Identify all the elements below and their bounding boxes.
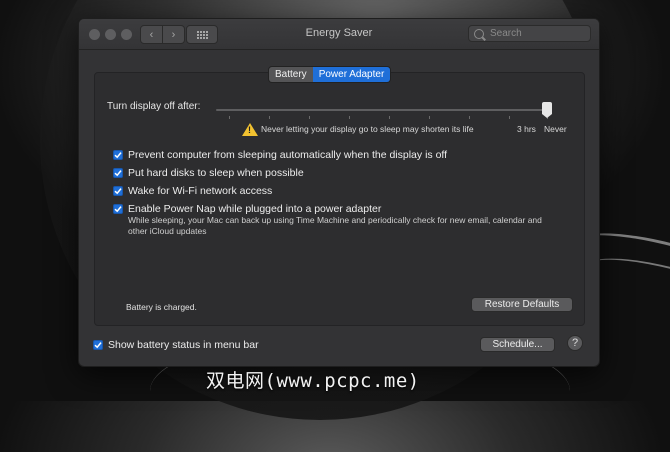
slider-label-3hrs: 3 hrs [517, 124, 536, 134]
checkbox-checked-icon[interactable] [93, 340, 103, 350]
search-icon [474, 28, 484, 39]
help-button[interactable]: ? [567, 335, 583, 351]
option-show-battery-status[interactable]: Show battery status in menu bar [93, 339, 259, 351]
slider-tick [349, 116, 350, 119]
slider-tick [469, 116, 470, 119]
slider-tick [309, 116, 310, 119]
tab-power-adapter[interactable]: Power Adapter [312, 67, 391, 82]
search-input[interactable] [490, 28, 585, 39]
option-label: Wake for Wi-Fi network access [128, 185, 273, 197]
option-power-nap[interactable]: Enable Power Nap while plugged into a po… [113, 203, 381, 215]
slider-tick [229, 116, 230, 119]
checkbox-checked-icon[interactable] [113, 168, 123, 178]
option-prevent-sleep[interactable]: Prevent computer from sleeping automatic… [113, 149, 447, 161]
warning-icon [242, 123, 258, 136]
slider-thumb[interactable] [542, 102, 552, 118]
display-sleep-label: Turn display off after: [107, 101, 201, 112]
slider-tick [429, 116, 430, 119]
option-label: Enable Power Nap while plugged into a po… [128, 203, 382, 215]
option-label: Prevent computer from sleeping automatic… [128, 149, 448, 161]
watermark-text: 双电网(www.pcpc.me) [206, 370, 420, 392]
checkbox-checked-icon[interactable] [113, 150, 123, 160]
option-label: Put hard disks to sleep when possible [128, 167, 304, 179]
schedule-button[interactable]: Schedule... [480, 337, 555, 352]
option-label: Show battery status in menu bar [108, 339, 259, 351]
checkbox-checked-icon[interactable] [113, 204, 123, 214]
titlebar: ‹ › Energy Saver [79, 19, 599, 50]
tab-switcher: Battery Power Adapter [268, 66, 392, 83]
option-wake-wifi[interactable]: Wake for Wi-Fi network access [113, 185, 272, 197]
display-sleep-slider[interactable] [216, 109, 549, 111]
option-disk-sleep[interactable]: Put hard disks to sleep when possible [113, 167, 304, 179]
slider-tick [509, 116, 510, 119]
slider-tick [389, 116, 390, 119]
power-nap-description: While sleeping, your Mac can back up usi… [128, 215, 542, 236]
slider-tick [269, 116, 270, 119]
energy-saver-window: ‹ › Energy Saver Battery Power Adapter T… [78, 18, 600, 367]
checkbox-checked-icon[interactable] [113, 186, 123, 196]
slider-label-never: Never [544, 124, 567, 134]
search-field[interactable] [468, 25, 591, 42]
restore-defaults-button[interactable]: Restore Defaults [471, 297, 573, 312]
tab-battery[interactable]: Battery [269, 67, 313, 82]
battery-status-text: Battery is charged. [126, 302, 197, 312]
warning-text: Never letting your display go to sleep m… [261, 124, 474, 134]
